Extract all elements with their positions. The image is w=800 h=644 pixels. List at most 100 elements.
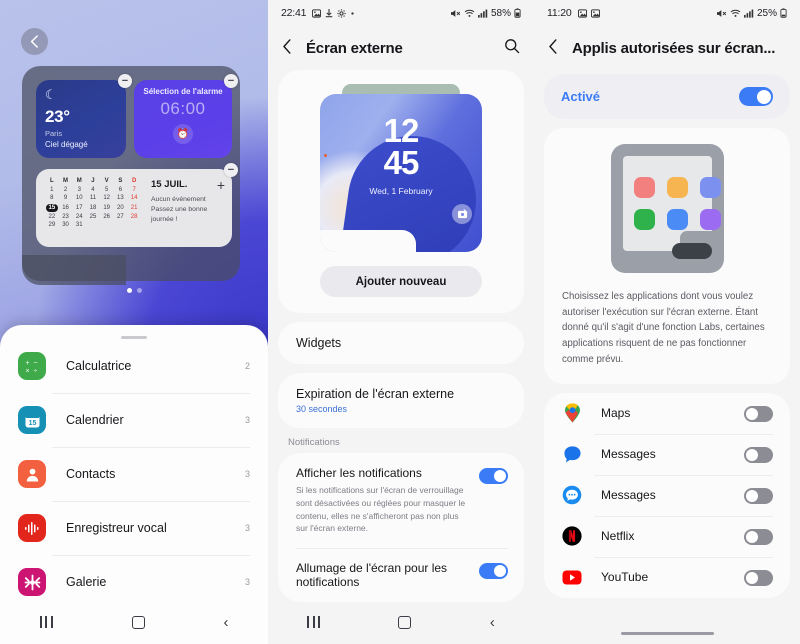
settings-row-label: Widgets: [296, 336, 342, 350]
image-icon: [312, 8, 322, 18]
search-button[interactable]: [504, 38, 520, 59]
weather-widget[interactable]: ☾ 23° Paris Ciel dégagé −: [36, 74, 132, 158]
calendar-day: [127, 221, 141, 229]
recents-icon[interactable]: [39, 616, 53, 628]
app-header: Applis autorisées sur écran...: [534, 26, 800, 70]
app-toggle-row-netflix[interactable]: Netflix: [544, 515, 790, 557]
calendar-day[interactable]: 1: [45, 186, 59, 194]
calendar-day[interactable]: 16: [59, 202, 73, 212]
wifi-icon: [730, 9, 741, 17]
samsung-messages-icon: [561, 484, 583, 506]
calendar-day[interactable]: 12: [100, 194, 114, 202]
alarm-widget[interactable]: Sélection de l'alarme 06:00 ⏰ −: [134, 74, 238, 158]
calendar-widget[interactable]: L M M J V S D 1 2 3 4 5 6 7 8 9 10 11 12…: [36, 163, 238, 247]
calendar-day[interactable]: 21: [127, 202, 141, 212]
app-toggle-switch-youtube[interactable]: [744, 570, 773, 587]
svg-text:×: ×: [25, 368, 29, 375]
toggle-switch-show-notifications[interactable]: [479, 468, 508, 484]
app-toggle-row-google-messages[interactable]: Messages: [544, 433, 790, 475]
calendar-day[interactable]: 10: [72, 194, 86, 202]
calendar-day[interactable]: 26: [100, 213, 114, 221]
page-dot[interactable]: [136, 288, 142, 293]
calendar-day[interactable]: 5: [100, 186, 114, 194]
back-icon[interactable]: ‹: [490, 615, 495, 630]
calendar-day[interactable]: 22: [45, 213, 59, 221]
back-icon[interactable]: ‹: [224, 615, 229, 630]
calendar-day[interactable]: 31: [72, 221, 86, 229]
list-item-label: Enregistreur vocal: [66, 521, 167, 535]
home-icon[interactable]: [131, 615, 145, 629]
toggle-switch-screen-wake[interactable]: [479, 563, 508, 579]
calendar-day[interactable]: 11: [86, 194, 100, 202]
list-item-label: Galerie: [66, 575, 107, 589]
dot-icon: [351, 11, 354, 15]
master-toggle-card[interactable]: Activé: [544, 74, 790, 119]
page-dot-active[interactable]: [126, 288, 132, 293]
calendar-day[interactable]: 29: [45, 221, 59, 229]
list-item-calendrier[interactable]: 15 Calendrier 3: [0, 393, 268, 447]
weekday-header: J: [91, 178, 95, 185]
calendar-week-row: 1 2 3 4 5 6 7: [45, 186, 141, 194]
calendar-day[interactable]: 4: [86, 186, 100, 194]
remove-weather-widget-button[interactable]: −: [118, 74, 132, 88]
alarm-clock-icon[interactable]: ⏰: [173, 124, 193, 144]
add-event-button[interactable]: +: [217, 178, 225, 192]
calendar-day[interactable]: 17: [72, 202, 86, 212]
app-toggle-row-maps[interactable]: Maps: [544, 393, 790, 434]
mute-icon: [450, 9, 461, 17]
settings-row-widgets[interactable]: Widgets: [278, 322, 524, 364]
toggle-row-show-notifications[interactable]: Afficher les notifications Si les notifi…: [278, 453, 524, 548]
download-icon: [325, 8, 333, 17]
list-item-contacts[interactable]: Contacts 3: [0, 447, 268, 501]
calendar-day-today[interactable]: 15: [45, 202, 59, 212]
calendar-day[interactable]: 25: [86, 213, 100, 221]
edit-cover-icon[interactable]: [452, 204, 472, 224]
recents-icon[interactable]: [307, 616, 321, 628]
weather-temperature: 23°: [45, 107, 70, 126]
back-button[interactable]: [548, 39, 558, 57]
settings-row-timeout[interactable]: Expiration de l'écran externe 30 seconde…: [278, 373, 524, 428]
calendar-day[interactable]: 3: [72, 186, 86, 194]
remove-alarm-widget-button[interactable]: −: [224, 74, 238, 88]
calendar-day[interactable]: 18: [86, 202, 100, 212]
app-toggle-switch-samsung-messages[interactable]: [744, 488, 773, 505]
svg-text:−: −: [33, 360, 37, 367]
calendar-day[interactable]: 2: [59, 186, 73, 194]
app-toggle-switch-maps[interactable]: [744, 406, 773, 423]
calendar-day[interactable]: 7: [127, 186, 141, 194]
app-toggle-switch-google-messages[interactable]: [744, 447, 773, 464]
calendar-day[interactable]: 28: [127, 213, 141, 221]
calendar-day[interactable]: 23: [59, 213, 73, 221]
calendar-day[interactable]: 13: [114, 194, 128, 202]
calendar-day[interactable]: 9: [59, 194, 73, 202]
weather-city: Paris: [45, 129, 63, 138]
calendar-day[interactable]: 30: [59, 221, 73, 229]
calendar-day[interactable]: 8: [45, 194, 59, 202]
alarm-widget-title: Sélection de l'alarme: [143, 87, 223, 96]
calendar-day[interactable]: 14: [127, 194, 141, 202]
list-item-enregistreur-vocal[interactable]: Enregistreur vocal 3: [0, 501, 268, 555]
calendar-grid: L M M J V S D 1 2 3 4 5 6 7 8 9 10 11 12…: [45, 177, 141, 239]
home-icon[interactable]: [398, 615, 412, 629]
app-toggle-row-youtube[interactable]: YouTube: [544, 556, 790, 598]
gesture-handle[interactable]: [534, 631, 800, 635]
add-new-button[interactable]: Ajouter nouveau: [320, 266, 482, 297]
calendar-day[interactable]: 24: [72, 213, 86, 221]
status-left-icons: [577, 8, 600, 18]
calendar-day[interactable]: 27: [114, 213, 128, 221]
weekday-header: M: [63, 178, 69, 185]
calendar-day[interactable]: 6: [114, 186, 128, 194]
calendar-day: [114, 221, 128, 229]
toggle-row-screen-wake[interactable]: Allumage de l'écran pour les notificatio…: [278, 548, 524, 602]
master-toggle-switch[interactable]: [739, 87, 773, 106]
app-toggle-row-samsung-messages[interactable]: Messages: [544, 474, 790, 516]
calendar-day[interactable]: 19: [100, 202, 114, 212]
cover-clock-preview[interactable]: 12 45 Wed, 1 February: [320, 94, 482, 252]
app-toggle-switch-netflix[interactable]: [744, 529, 773, 546]
back-button[interactable]: [282, 39, 292, 57]
remove-calendar-widget-button[interactable]: −: [224, 163, 238, 177]
back-button[interactable]: [21, 28, 48, 55]
calendar-day[interactable]: 20: [114, 202, 128, 212]
list-item-calculatrice[interactable]: + − × ÷ Calculatrice 2: [0, 339, 268, 393]
app-dot-orange: [666, 177, 688, 198]
